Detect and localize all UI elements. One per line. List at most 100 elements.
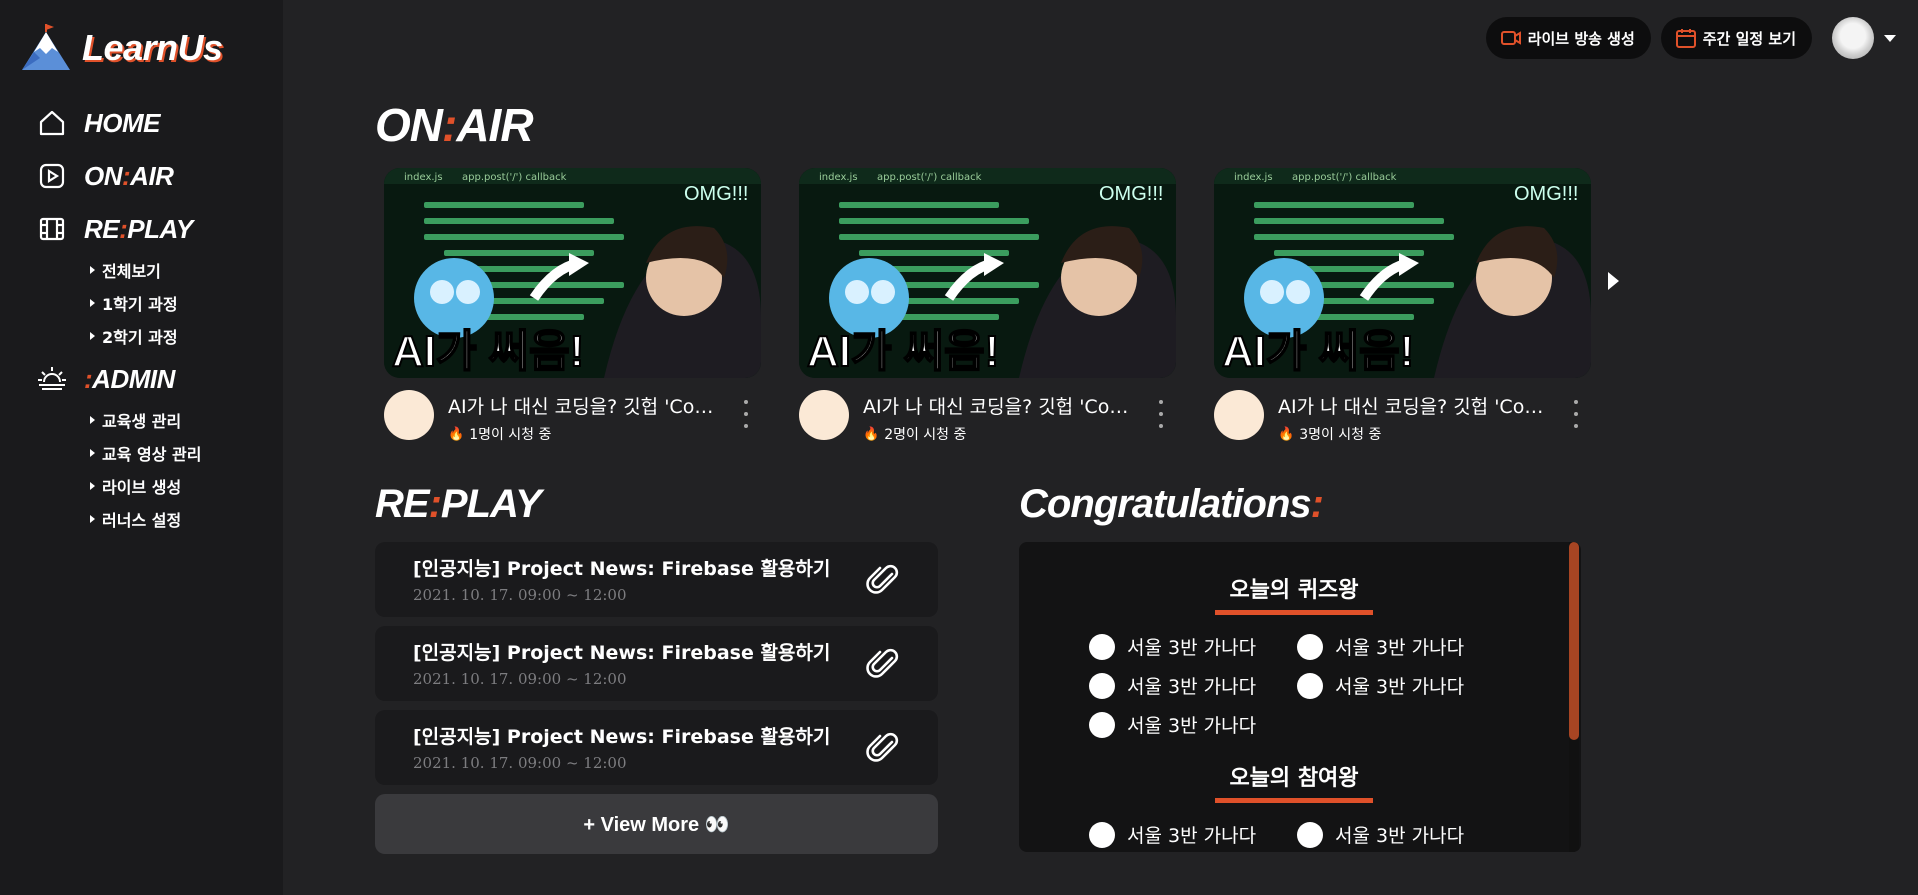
channel-avatar[interactable] — [384, 390, 434, 440]
topbar: 라이브 방송 생성 주간 일정 보기 — [1485, 16, 1918, 60]
quiz-king-title: 오늘의 퀴즈왕 — [1215, 572, 1373, 615]
svg-text:AI가 써음!: AI가 써음! — [807, 327, 999, 376]
avatar — [1089, 821, 1115, 848]
brand-logo[interactable]: LearnUs — [20, 24, 223, 72]
participation-king-title: 오늘의 참여왕 — [1215, 760, 1373, 803]
subnav-semester-2[interactable]: 2학기 과정 — [90, 319, 276, 352]
participation-king-section: 오늘의 참여왕 서울 3반 가나다 서울 3반 가나다 — [1019, 760, 1569, 852]
sunrise-icon — [36, 363, 68, 395]
brand-name: LearnUs — [82, 27, 223, 68]
weekly-schedule-button[interactable]: 주간 일정 보기 — [1660, 17, 1812, 59]
home-icon — [36, 107, 68, 139]
live-card-title[interactable]: AI가 나 대신 코딩을? 깃헙 'Co… — [1278, 392, 1548, 419]
participation-winner-list: 서울 3반 가나다 서울 3반 가나다 — [1019, 815, 1569, 852]
live-thumbnail[interactable]: AI가 써음! OMG!!! index.js app.post('/') ca… — [799, 168, 1176, 378]
channel-avatar[interactable] — [799, 390, 849, 440]
channel-avatar[interactable] — [1214, 390, 1264, 440]
quiz-winner-list: 서울 3반 가나다 서울 3반 가나다 서울 3반 가나다 서울 3반 가나다 … — [1019, 627, 1569, 744]
winner-item: 서울 3반 가나다 — [1089, 666, 1297, 705]
avatar — [1089, 633, 1115, 660]
subnav-all[interactable]: 전체보기 — [90, 253, 276, 286]
subnav-videos[interactable]: 교육 영상 관리 — [90, 436, 276, 469]
winner-item: 서울 3반 가나다 — [1297, 815, 1505, 852]
nav-admin[interactable]: :ADMIN — [36, 362, 276, 396]
paperclip-icon[interactable] — [866, 562, 902, 598]
svg-text:OMG!!!: OMG!!! — [684, 183, 748, 205]
sidebar: LearnUs HOME ON:AIR RE:PLAY 전체보기 1학기 과정 … — [0, 0, 283, 895]
subnav-semester-1[interactable]: 1학기 과정 — [90, 286, 276, 319]
live-card[interactable]: AI가 써음! OMG!!! index.js app.post('/') ca… — [799, 168, 1176, 444]
code-video-thumbnail: AI가 써음! OMG!!! index.js app.post('/') ca… — [799, 168, 1176, 378]
svg-text:index.js: index.js — [1234, 172, 1273, 183]
code-video-thumbnail: AI가 써음! OMG!!! index.js app.post('/') ca… — [384, 168, 761, 378]
flame-icon: 🔥 — [1278, 426, 1295, 442]
more-options-icon[interactable] — [1154, 400, 1168, 428]
live-card[interactable]: AI가 써음! OMG!!! index.js app.post('/') ca… — [1214, 168, 1591, 444]
congrats-section-title: Congratulations: — [1019, 482, 1324, 526]
svg-text:OMG!!!: OMG!!! — [1514, 183, 1578, 205]
play-square-icon — [36, 160, 68, 192]
replay-subnav: 전체보기 1학기 과정 2학기 과정 — [90, 253, 276, 352]
live-card-meta: AI가 나 대신 코딩을? 깃헙 'Co… 🔥 2명이 시청 중 — [799, 390, 1176, 444]
triangle-right-icon — [90, 514, 95, 523]
carousel-next-icon[interactable] — [1608, 272, 1619, 290]
winner-item: 서울 3반 가나다 — [1089, 627, 1297, 666]
code-video-thumbnail: AI가 써음! OMG!!! index.js app.post('/') ca… — [1214, 168, 1591, 378]
live-thumbnail[interactable]: AI가 써음! OMG!!! index.js app.post('/') ca… — [1214, 168, 1591, 378]
winner-item: 서울 3반 가나다 — [1089, 815, 1297, 852]
congrats-scrollbar[interactable] — [1569, 542, 1579, 852]
replay-item-date: 2021. 10. 17. 09:00 ~ 12:00 — [413, 586, 627, 604]
triangle-right-icon — [90, 481, 95, 490]
mountain-logo-icon — [22, 24, 70, 70]
avatar — [1297, 633, 1323, 660]
avatar — [1297, 821, 1323, 848]
viewer-count: 🔥 3명이 시청 중 — [1278, 426, 1382, 444]
replay-item[interactable]: [인공지능] Project News: Firebase 활용하기 2021.… — [375, 542, 938, 617]
more-options-icon[interactable] — [739, 400, 753, 428]
replay-item-title: [인공지능] Project News: Firebase 활용하기 — [413, 642, 831, 664]
nav-home-label: HOME — [84, 107, 161, 138]
scrollbar-thumb[interactable] — [1569, 542, 1579, 740]
svg-text:index.js: index.js — [404, 172, 443, 183]
live-card-title[interactable]: AI가 나 대신 코딩을? 깃헙 'Co… — [448, 392, 718, 419]
replay-item[interactable]: [인공지능] Project News: Firebase 활용하기 2021.… — [375, 710, 938, 785]
replay-item-title: [인공지능] Project News: Firebase 활용하기 — [413, 726, 831, 748]
replay-item[interactable]: [인공지능] Project News: Firebase 활용하기 2021.… — [375, 626, 938, 701]
svg-text:OMG!!!: OMG!!! — [1099, 183, 1163, 205]
flame-icon: 🔥 — [863, 426, 880, 442]
nav-home[interactable]: HOME — [36, 106, 276, 140]
live-card-title[interactable]: AI가 나 대신 코딩을? 깃헙 'Co… — [863, 392, 1133, 419]
user-avatar[interactable] — [1832, 17, 1874, 59]
nav-admin-label: :ADMIN — [84, 363, 175, 394]
admin-subnav: 교육생 관리 교육 영상 관리 라이브 생성 러너스 설정 — [90, 403, 276, 535]
svg-text:index.js: index.js — [819, 172, 858, 183]
paperclip-icon[interactable] — [866, 646, 902, 682]
winner-item: 서울 3반 가나다 — [1297, 666, 1505, 705]
viewer-count: 🔥 1명이 시청 중 — [448, 426, 552, 444]
live-card[interactable]: AI가 써음! OMG!!! index.js app.post('/') ca… — [384, 168, 761, 444]
svg-text:AI가 써음!: AI가 써음! — [392, 327, 584, 376]
replay-item-date: 2021. 10. 17. 09:00 ~ 12:00 — [413, 670, 627, 688]
triangle-right-icon — [90, 448, 95, 457]
triangle-right-icon — [90, 298, 95, 307]
live-card-text: AI가 나 대신 코딩을? 깃헙 'Co… 🔥 3명이 시청 중 — [1278, 390, 1548, 444]
create-live-button[interactable]: 라이브 방송 생성 — [1485, 17, 1651, 59]
more-options-icon[interactable] — [1569, 400, 1583, 428]
congrats-panel[interactable]: 오늘의 퀴즈왕 서울 3반 가나다 서울 3반 가나다 서울 3반 가나다 서울… — [1019, 542, 1581, 852]
live-card-meta: AI가 나 대신 코딩을? 깃헙 'Co… 🔥 1명이 시청 중 — [384, 390, 761, 444]
winner-item: 서울 3반 가나다 — [1297, 627, 1505, 666]
chevron-down-icon[interactable] — [1884, 34, 1896, 42]
live-thumbnail[interactable]: AI가 써음! OMG!!! index.js app.post('/') ca… — [384, 168, 761, 378]
view-more-button[interactable]: + View More 👀 — [375, 794, 938, 854]
quiz-king-section: 오늘의 퀴즈왕 서울 3반 가나다 서울 3반 가나다 서울 3반 가나다 서울… — [1019, 572, 1569, 744]
subnav-settings[interactable]: 러너스 설정 — [90, 502, 276, 535]
triangle-right-icon — [90, 265, 95, 274]
avatar — [1297, 672, 1323, 699]
subnav-students[interactable]: 교육생 관리 — [90, 403, 276, 436]
nav-replay[interactable]: RE:PLAY — [36, 212, 276, 246]
paperclip-icon[interactable] — [866, 730, 902, 766]
nav-onair[interactable]: ON:AIR — [36, 159, 276, 193]
main-nav: HOME ON:AIR RE:PLAY 전체보기 1학기 과정 2학기 과정 :… — [36, 106, 276, 545]
avatar — [1089, 672, 1115, 699]
subnav-live-create[interactable]: 라이브 생성 — [90, 469, 276, 502]
